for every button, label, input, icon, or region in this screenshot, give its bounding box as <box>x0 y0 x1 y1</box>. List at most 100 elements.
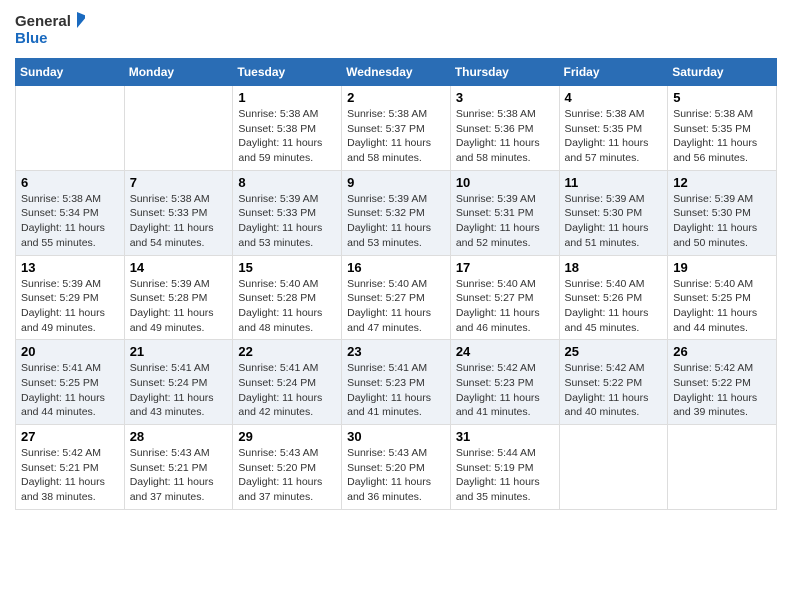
day-number: 14 <box>130 260 228 275</box>
day-number: 17 <box>456 260 554 275</box>
general-blue-logo-icon: General Blue <box>15 10 85 50</box>
calendar-cell: 12 Sunrise: 5:39 AMSunset: 5:30 PMDaylig… <box>668 170 777 255</box>
sunrise-text: Sunrise: 5:41 AMSunset: 5:24 PMDaylight:… <box>238 362 322 418</box>
day-number: 12 <box>673 175 771 190</box>
day-number: 22 <box>238 344 336 359</box>
sunrise-text: Sunrise: 5:42 AMSunset: 5:23 PMDaylight:… <box>456 362 540 418</box>
day-number: 24 <box>456 344 554 359</box>
day-number: 13 <box>21 260 119 275</box>
sunrise-text: Sunrise: 5:40 AMSunset: 5:27 PMDaylight:… <box>347 278 431 334</box>
weekday-header-wednesday: Wednesday <box>342 59 451 86</box>
day-number: 28 <box>130 429 228 444</box>
weekday-header-saturday: Saturday <box>668 59 777 86</box>
day-number: 5 <box>673 90 771 105</box>
calendar-cell: 23 Sunrise: 5:41 AMSunset: 5:23 PMDaylig… <box>342 340 451 425</box>
day-number: 8 <box>238 175 336 190</box>
sunrise-text: Sunrise: 5:44 AMSunset: 5:19 PMDaylight:… <box>456 447 540 503</box>
calendar-cell: 22 Sunrise: 5:41 AMSunset: 5:24 PMDaylig… <box>233 340 342 425</box>
day-number: 26 <box>673 344 771 359</box>
day-number: 10 <box>456 175 554 190</box>
day-number: 1 <box>238 90 336 105</box>
sunrise-text: Sunrise: 5:39 AMSunset: 5:32 PMDaylight:… <box>347 193 431 249</box>
day-number: 25 <box>565 344 663 359</box>
calendar-cell: 27 Sunrise: 5:42 AMSunset: 5:21 PMDaylig… <box>16 425 125 510</box>
day-number: 31 <box>456 429 554 444</box>
calendar-cell: 31 Sunrise: 5:44 AMSunset: 5:19 PMDaylig… <box>450 425 559 510</box>
day-number: 19 <box>673 260 771 275</box>
calendar-table: SundayMondayTuesdayWednesdayThursdayFrid… <box>15 58 777 510</box>
day-number: 18 <box>565 260 663 275</box>
day-number: 29 <box>238 429 336 444</box>
day-number: 2 <box>347 90 445 105</box>
calendar-cell: 1 Sunrise: 5:38 AMSunset: 5:38 PMDayligh… <box>233 86 342 171</box>
sunrise-text: Sunrise: 5:41 AMSunset: 5:25 PMDaylight:… <box>21 362 105 418</box>
logo: General Blue <box>15 10 85 50</box>
calendar-cell: 4 Sunrise: 5:38 AMSunset: 5:35 PMDayligh… <box>559 86 668 171</box>
calendar-cell: 17 Sunrise: 5:40 AMSunset: 5:27 PMDaylig… <box>450 255 559 340</box>
calendar-cell: 20 Sunrise: 5:41 AMSunset: 5:25 PMDaylig… <box>16 340 125 425</box>
sunrise-text: Sunrise: 5:39 AMSunset: 5:31 PMDaylight:… <box>456 193 540 249</box>
sunrise-text: Sunrise: 5:42 AMSunset: 5:22 PMDaylight:… <box>673 362 757 418</box>
header: General Blue <box>15 10 777 50</box>
sunrise-text: Sunrise: 5:41 AMSunset: 5:24 PMDaylight:… <box>130 362 214 418</box>
sunrise-text: Sunrise: 5:39 AMSunset: 5:30 PMDaylight:… <box>565 193 649 249</box>
sunrise-text: Sunrise: 5:43 AMSunset: 5:20 PMDaylight:… <box>347 447 431 503</box>
day-number: 9 <box>347 175 445 190</box>
sunrise-text: Sunrise: 5:38 AMSunset: 5:34 PMDaylight:… <box>21 193 105 249</box>
sunrise-text: Sunrise: 5:39 AMSunset: 5:30 PMDaylight:… <box>673 193 757 249</box>
sunrise-text: Sunrise: 5:42 AMSunset: 5:21 PMDaylight:… <box>21 447 105 503</box>
calendar-week-row-3: 13 Sunrise: 5:39 AMSunset: 5:29 PMDaylig… <box>16 255 777 340</box>
calendar-cell: 18 Sunrise: 5:40 AMSunset: 5:26 PMDaylig… <box>559 255 668 340</box>
sunrise-text: Sunrise: 5:42 AMSunset: 5:22 PMDaylight:… <box>565 362 649 418</box>
calendar-cell: 29 Sunrise: 5:43 AMSunset: 5:20 PMDaylig… <box>233 425 342 510</box>
calendar-cell: 6 Sunrise: 5:38 AMSunset: 5:34 PMDayligh… <box>16 170 125 255</box>
calendar-cell: 26 Sunrise: 5:42 AMSunset: 5:22 PMDaylig… <box>668 340 777 425</box>
weekday-header-sunday: Sunday <box>16 59 125 86</box>
day-number: 7 <box>130 175 228 190</box>
sunrise-text: Sunrise: 5:39 AMSunset: 5:29 PMDaylight:… <box>21 278 105 334</box>
sunrise-text: Sunrise: 5:38 AMSunset: 5:33 PMDaylight:… <box>130 193 214 249</box>
calendar-cell: 21 Sunrise: 5:41 AMSunset: 5:24 PMDaylig… <box>124 340 233 425</box>
day-number: 20 <box>21 344 119 359</box>
sunrise-text: Sunrise: 5:40 AMSunset: 5:28 PMDaylight:… <box>238 278 322 334</box>
calendar-cell: 11 Sunrise: 5:39 AMSunset: 5:30 PMDaylig… <box>559 170 668 255</box>
day-number: 21 <box>130 344 228 359</box>
sunrise-text: Sunrise: 5:40 AMSunset: 5:26 PMDaylight:… <box>565 278 649 334</box>
sunrise-text: Sunrise: 5:38 AMSunset: 5:36 PMDaylight:… <box>456 108 540 164</box>
calendar-cell: 28 Sunrise: 5:43 AMSunset: 5:21 PMDaylig… <box>124 425 233 510</box>
sunrise-text: Sunrise: 5:43 AMSunset: 5:21 PMDaylight:… <box>130 447 214 503</box>
calendar-cell: 30 Sunrise: 5:43 AMSunset: 5:20 PMDaylig… <box>342 425 451 510</box>
calendar-cell: 9 Sunrise: 5:39 AMSunset: 5:32 PMDayligh… <box>342 170 451 255</box>
day-number: 11 <box>565 175 663 190</box>
calendar-cell: 19 Sunrise: 5:40 AMSunset: 5:25 PMDaylig… <box>668 255 777 340</box>
weekday-header-friday: Friday <box>559 59 668 86</box>
day-number: 6 <box>21 175 119 190</box>
calendar-cell: 14 Sunrise: 5:39 AMSunset: 5:28 PMDaylig… <box>124 255 233 340</box>
sunrise-text: Sunrise: 5:39 AMSunset: 5:33 PMDaylight:… <box>238 193 322 249</box>
day-number: 23 <box>347 344 445 359</box>
svg-text:General: General <box>15 13 71 30</box>
calendar-cell <box>668 425 777 510</box>
calendar-cell: 15 Sunrise: 5:40 AMSunset: 5:28 PMDaylig… <box>233 255 342 340</box>
calendar-cell: 25 Sunrise: 5:42 AMSunset: 5:22 PMDaylig… <box>559 340 668 425</box>
svg-text:Blue: Blue <box>15 30 48 47</box>
weekday-header-tuesday: Tuesday <box>233 59 342 86</box>
calendar-cell: 3 Sunrise: 5:38 AMSunset: 5:36 PMDayligh… <box>450 86 559 171</box>
sunrise-text: Sunrise: 5:38 AMSunset: 5:37 PMDaylight:… <box>347 108 431 164</box>
weekday-header-row: SundayMondayTuesdayWednesdayThursdayFrid… <box>16 59 777 86</box>
sunrise-text: Sunrise: 5:39 AMSunset: 5:28 PMDaylight:… <box>130 278 214 334</box>
day-number: 15 <box>238 260 336 275</box>
sunrise-text: Sunrise: 5:41 AMSunset: 5:23 PMDaylight:… <box>347 362 431 418</box>
calendar-cell <box>559 425 668 510</box>
day-number: 3 <box>456 90 554 105</box>
day-number: 27 <box>21 429 119 444</box>
calendar-cell <box>124 86 233 171</box>
sunrise-text: Sunrise: 5:38 AMSunset: 5:35 PMDaylight:… <box>565 108 649 164</box>
weekday-header-monday: Monday <box>124 59 233 86</box>
calendar-week-row-5: 27 Sunrise: 5:42 AMSunset: 5:21 PMDaylig… <box>16 425 777 510</box>
weekday-header-thursday: Thursday <box>450 59 559 86</box>
sunrise-text: Sunrise: 5:40 AMSunset: 5:27 PMDaylight:… <box>456 278 540 334</box>
calendar-cell: 7 Sunrise: 5:38 AMSunset: 5:33 PMDayligh… <box>124 170 233 255</box>
sunrise-text: Sunrise: 5:43 AMSunset: 5:20 PMDaylight:… <box>238 447 322 503</box>
day-number: 4 <box>565 90 663 105</box>
